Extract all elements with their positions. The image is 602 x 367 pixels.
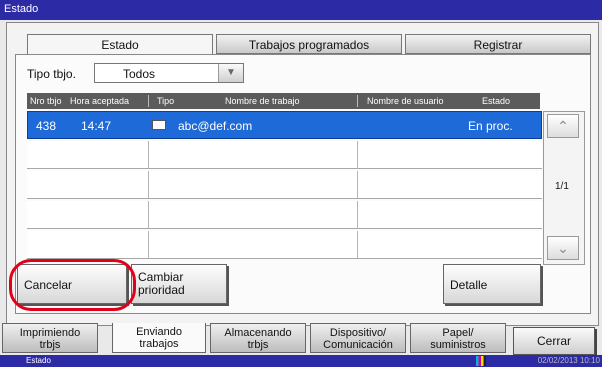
- job-type-value: Todos: [123, 67, 156, 81]
- table-row-empty[interactable]: [27, 171, 542, 199]
- row-accepted-time: 14:47: [81, 119, 112, 133]
- row-job-name: abc@def.com: [178, 119, 253, 133]
- job-type-select[interactable]: Todos ▼: [94, 63, 244, 83]
- column-header-nro: Nro tbjo: [30, 96, 62, 106]
- chevron-down-icon: ⌄: [557, 240, 569, 256]
- table-header: Nro tbjo Hora aceptada Tipo Nombre de tr…: [27, 93, 540, 109]
- title-bar: Estado: [0, 0, 602, 20]
- tab-trabajos-programados[interactable]: Trabajos programados: [216, 34, 402, 54]
- toner-icon: [476, 356, 486, 366]
- job-type-label: Tipo tbjo.: [27, 67, 76, 81]
- tab-registrar[interactable]: Registrar: [405, 34, 591, 54]
- scroll-down-button[interactable]: ⌄: [547, 236, 579, 260]
- chevron-down-icon[interactable]: ▼: [218, 64, 243, 82]
- status-bar-datetime: 02/02/2013 10:10: [537, 356, 600, 365]
- page-indicator: 1/1: [555, 181, 569, 192]
- table-row-empty[interactable]: [27, 141, 542, 169]
- tab-estado[interactable]: Estado: [27, 34, 213, 54]
- scroll-up-button[interactable]: ⌃: [547, 114, 579, 138]
- status-bar: Estado 02/02/2013 10:10: [0, 355, 602, 367]
- bottom-tab-almacenando[interactable]: Almacenando trbjs: [210, 323, 306, 353]
- column-header-tipo: Tipo: [157, 96, 175, 106]
- close-button[interactable]: Cerrar: [513, 327, 595, 355]
- column-header-usuario: Nombre de usuario: [367, 96, 444, 106]
- column-header-nombre-trabajo: Nombre de trabajo: [225, 96, 300, 106]
- detail-button[interactable]: Detalle: [443, 264, 541, 304]
- bottom-tab-dispositivo[interactable]: Dispositivo/ Comunicación: [310, 323, 406, 353]
- column-header-estado: Estado: [482, 96, 511, 106]
- change-priority-button[interactable]: Cambiar prioridad: [131, 264, 227, 304]
- table-row-empty[interactable]: [27, 231, 542, 259]
- row-job-number: 438: [36, 119, 57, 133]
- table-row[interactable]: 438 14:47 abc@def.com En proc.: [27, 111, 542, 139]
- window-title: Estado: [4, 3, 39, 15]
- bottom-tab-imprimiendo[interactable]: Imprimiendo trbjs: [2, 323, 98, 353]
- row-status: En proc.: [468, 119, 513, 133]
- mail-icon: [152, 120, 166, 130]
- bottom-tab-papel[interactable]: Papel/ suministros: [410, 323, 506, 353]
- chevron-up-icon: ⌃: [557, 118, 569, 134]
- column-header-hora: Hora aceptada: [70, 96, 130, 106]
- highlight-ring: [9, 259, 136, 311]
- table-row-empty[interactable]: [27, 201, 542, 229]
- status-bar-label: Estado: [26, 356, 51, 365]
- bottom-tab-enviando[interactable]: Enviando trabajos: [112, 323, 206, 353]
